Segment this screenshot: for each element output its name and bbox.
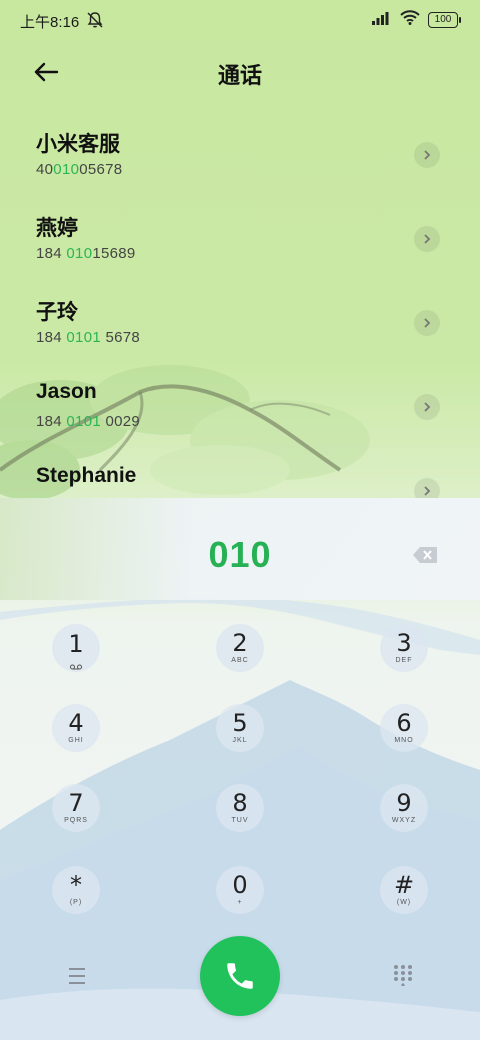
dialer-bottom-bar [0, 930, 480, 1020]
contact-detail-button[interactable] [414, 142, 440, 168]
dial-input-area: 010 [0, 498, 480, 600]
contact-number: 184 0101 0029 [36, 413, 141, 430]
status-bar: 上午8:16 100 [0, 0, 480, 40]
contact-name: Stephanie [36, 464, 137, 487]
contact-item[interactable]: 燕婷 184 01015689 [0, 202, 480, 286]
key-hash[interactable]: # (W) [380, 866, 428, 914]
dialer-screen: 上午8:16 100 通话 小米客服 4001005678 燕婷 184 010… [0, 0, 480, 1040]
backspace-button[interactable] [412, 546, 438, 564]
contact-number: 4001005678 [36, 161, 123, 178]
contact-item[interactable]: 子玲 184 0101 5678 [0, 286, 480, 370]
key-1[interactable]: 1 [52, 624, 100, 672]
signal-icon [372, 11, 392, 30]
voicemail-icon [70, 657, 82, 669]
status-icons: 100 [372, 10, 461, 30]
key-6[interactable]: 6 MNO [380, 704, 428, 752]
chevron-right-icon [424, 150, 431, 160]
chevron-right-icon [424, 402, 431, 412]
backspace-icon [413, 547, 437, 563]
key-star[interactable]: * (P) [52, 866, 100, 914]
phone-icon [227, 963, 253, 989]
contact-detail-button[interactable] [414, 310, 440, 336]
keypad-toggle-button[interactable] [392, 964, 414, 987]
menu-button[interactable] [64, 966, 90, 986]
contact-number: 184 0101 5678 [36, 329, 141, 346]
call-button[interactable] [200, 936, 280, 1016]
contact-detail-button[interactable] [414, 394, 440, 420]
key-3[interactable]: 3 DEF [380, 624, 428, 672]
key-7[interactable]: 7 PQRS [52, 784, 100, 832]
contact-detail-button[interactable] [414, 478, 440, 498]
chevron-right-icon [424, 486, 431, 496]
contact-results-list: 小米客服 4001005678 燕婷 184 01015689 子玲 184 0… [0, 118, 480, 498]
key-4[interactable]: 4 GHI [52, 704, 100, 752]
wifi-icon [400, 10, 420, 30]
contact-name: 子玲 [36, 301, 78, 324]
menu-icon [69, 968, 85, 984]
key-2[interactable]: 2 ABC [216, 624, 264, 672]
bell-off-icon [86, 11, 104, 34]
battery-indicator: 100 [428, 12, 461, 28]
contact-detail-button[interactable] [414, 226, 440, 252]
key-5[interactable]: 5 JKL [216, 704, 264, 752]
contact-item[interactable]: 小米客服 4001005678 [0, 118, 480, 202]
chevron-right-icon [424, 234, 431, 244]
chevron-right-icon [424, 318, 431, 328]
key-9[interactable]: 9 WXYZ [380, 784, 428, 832]
contact-item[interactable]: Stephanie [0, 454, 480, 498]
header: 通话 [0, 46, 480, 96]
contact-number: 184 01015689 [36, 245, 136, 262]
contact-name: 小米客服 [36, 133, 120, 156]
dialed-number[interactable]: 010 [0, 534, 480, 576]
key-8[interactable]: 8 TUV [216, 784, 264, 832]
contact-item[interactable]: Jason 184 0101 0029 [0, 370, 480, 454]
contact-name: Jason [36, 380, 97, 403]
status-time: 上午8:16 [20, 14, 80, 31]
key-0[interactable]: 0 + [216, 866, 264, 914]
dialpad-icon [394, 965, 412, 987]
page-title: 通话 [217, 63, 262, 88]
contact-name: 燕婷 [36, 217, 78, 240]
